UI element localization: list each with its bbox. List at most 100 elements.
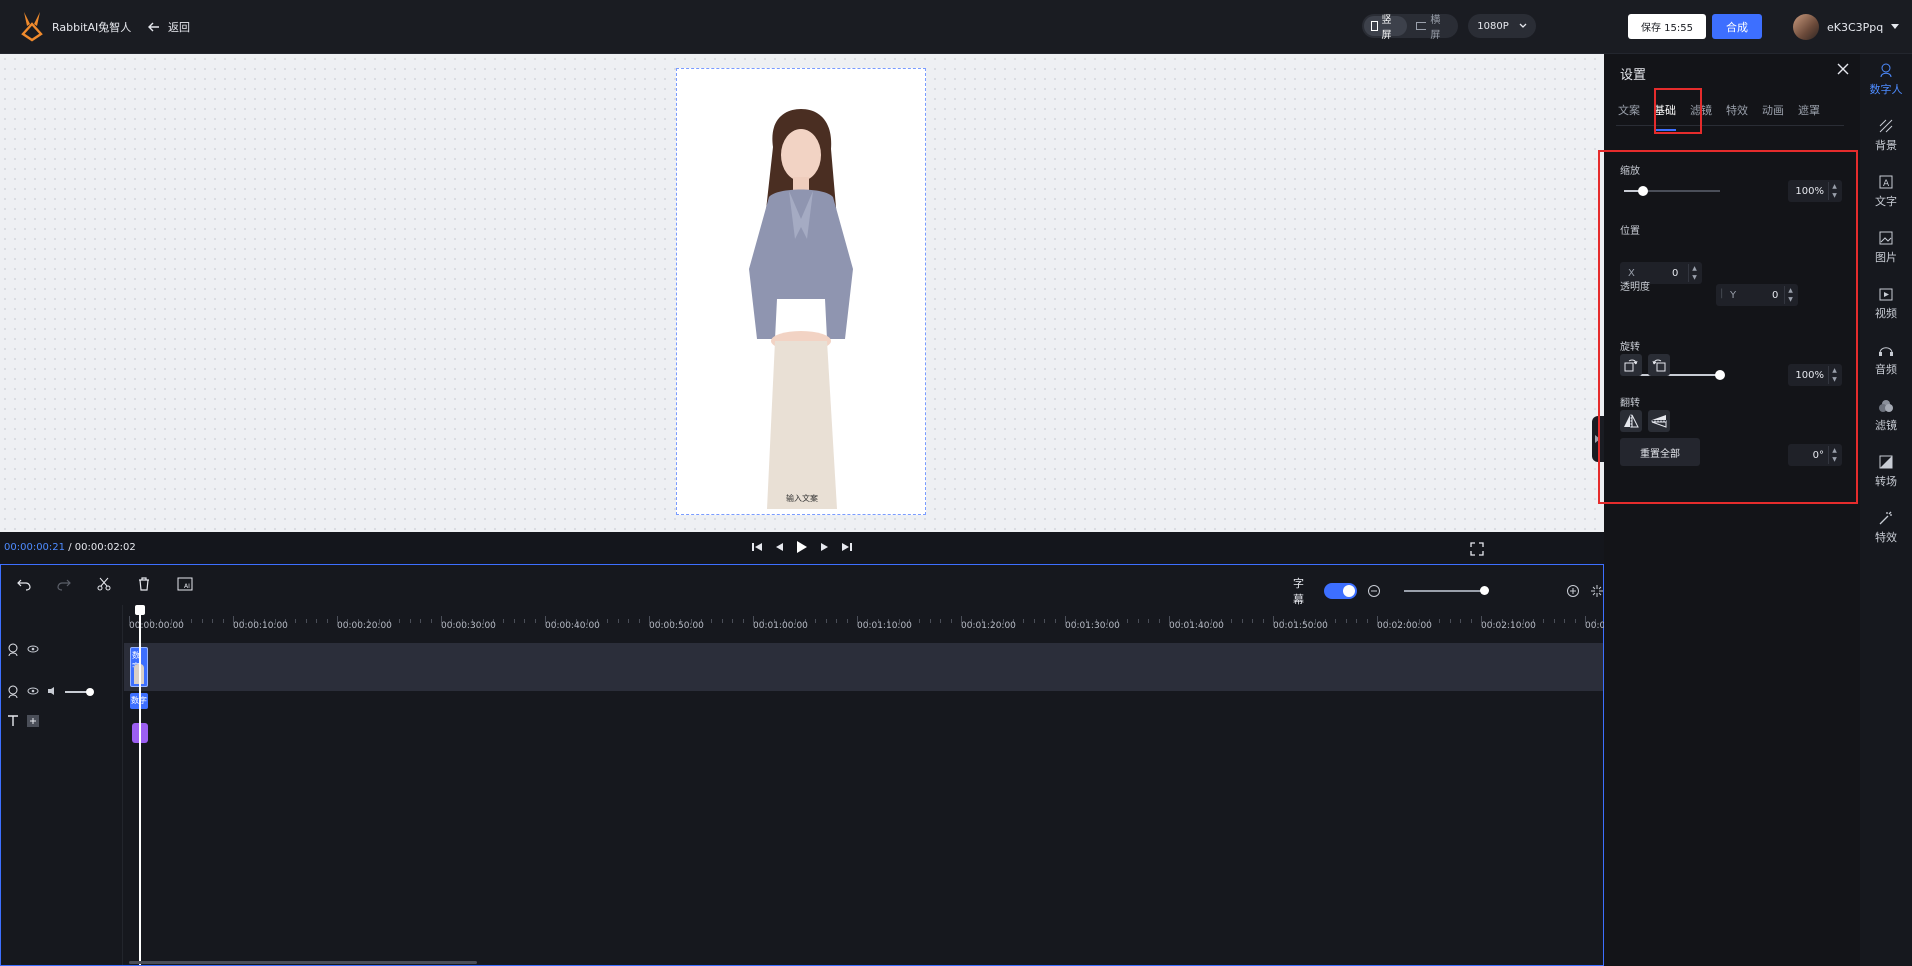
tab-mask[interactable]: 遮罩	[1796, 102, 1822, 125]
volume-slider[interactable]	[65, 688, 94, 696]
tab-copy[interactable]: 文案	[1616, 102, 1642, 125]
nav-digital-human[interactable]: 数字人	[1860, 62, 1912, 97]
ruler-label: 00:00:40:00	[545, 621, 600, 631]
back-button[interactable]: 返回	[148, 19, 190, 35]
time-display: 00:00:00:21 / 00:00:02:02	[4, 542, 136, 553]
ruler-tick	[1543, 619, 1544, 623]
redo-icon[interactable]	[57, 577, 71, 591]
ruler-tick	[847, 619, 848, 623]
ruler-tick	[191, 619, 192, 623]
ruler-tick	[919, 619, 920, 623]
portrait-option[interactable]: 竖屏	[1364, 15, 1408, 41]
skip-end-icon[interactable]	[842, 542, 852, 552]
zoom-out-icon[interactable]	[1367, 584, 1380, 598]
x-stepper[interactable]: ▲ ▼	[1688, 264, 1700, 282]
nav-label: 数字人	[1869, 83, 1903, 96]
ruler-label: 00:0	[1585, 621, 1606, 631]
video-frame[interactable]	[676, 68, 926, 515]
timeline-zoom-slider[interactable]	[1404, 586, 1489, 595]
subtitle-caption[interactable]: 输入文案	[786, 493, 818, 504]
nav-image[interactable]: 图片	[1860, 230, 1912, 265]
close-icon[interactable]	[1836, 62, 1850, 76]
resolution-value: 1080P	[1477, 20, 1509, 32]
flip-horizontal-icon	[1624, 414, 1639, 428]
opacity-value: 100%	[1795, 369, 1824, 381]
eye-icon[interactable]	[27, 687, 39, 695]
nav-video[interactable]: 视频	[1860, 286, 1912, 321]
ruler-label: 00:02:10:00	[1481, 621, 1536, 631]
time-ruler[interactable]: 00:00:00:00 00:00:10:00 00:00:20:00 00:00:3…	[129, 609, 1606, 633]
svg-text:AI: AI	[184, 583, 190, 590]
snap-icon[interactable]	[1590, 584, 1603, 598]
digital-human-track-icon	[8, 643, 18, 657]
step-forward-icon[interactable]	[820, 542, 830, 552]
settings-title: 设置	[1620, 68, 1647, 83]
play-icon[interactable]	[796, 540, 808, 554]
rotate-stepper[interactable]: ▲ ▼	[1828, 446, 1840, 464]
tab-effects[interactable]: 特效	[1724, 102, 1750, 125]
playhead[interactable]	[135, 605, 145, 965]
tab-animation[interactable]: 动画	[1760, 102, 1786, 125]
volume-icon[interactable]	[47, 686, 59, 696]
flip-horizontal-button[interactable]	[1620, 410, 1642, 432]
nav-filter[interactable]: 滤镜	[1860, 398, 1912, 433]
flip-vertical-button[interactable]	[1648, 410, 1670, 432]
eye-icon[interactable]	[27, 645, 39, 653]
y-stepper[interactable]: ▲ ▼	[1784, 286, 1796, 304]
portrait-label: 竖屏	[1381, 15, 1392, 41]
avatar	[1793, 14, 1819, 40]
scale-stepper[interactable]: ▲ ▼	[1828, 182, 1840, 200]
ruler-tick	[930, 619, 931, 623]
rotate-input[interactable]: 0° ▲ ▼	[1788, 444, 1842, 466]
rotate-right-button[interactable]	[1620, 354, 1642, 376]
fullscreen-icon[interactable]	[1470, 542, 1484, 556]
save-button[interactable]: 保存 15:55	[1628, 14, 1706, 39]
landscape-option[interactable]: 横屏	[1409, 15, 1456, 41]
ruler-tick	[1055, 619, 1056, 623]
add-text-icon[interactable]	[27, 715, 39, 727]
skip-start-icon[interactable]	[752, 542, 762, 552]
caret-down-icon	[1891, 24, 1900, 29]
nav-transition[interactable]: 转场	[1860, 454, 1912, 489]
nav-background[interactable]: 背景	[1860, 118, 1912, 153]
nav-effects[interactable]: 特效	[1860, 510, 1912, 545]
undo-icon[interactable]	[17, 577, 31, 591]
ruler-tick	[618, 619, 619, 623]
opacity-input[interactable]: 100% ▲ ▼	[1788, 364, 1842, 386]
scissors-icon[interactable]	[97, 577, 111, 591]
rotate-right-icon	[1624, 359, 1638, 372]
nav-label: 滤镜	[1875, 419, 1897, 432]
scale-slider[interactable]	[1624, 186, 1720, 196]
nav-text[interactable]: A 文字	[1860, 174, 1912, 209]
time-separator: /	[68, 542, 72, 553]
ai-image-icon[interactable]: AI	[177, 577, 193, 591]
nav-audio[interactable]: 音频	[1860, 342, 1912, 377]
step-back-icon[interactable]	[774, 542, 784, 552]
username: eK3C3Ppq	[1827, 20, 1884, 34]
scale-input[interactable]: 100% ▲ ▼	[1788, 180, 1842, 202]
opacity-stepper[interactable]: ▲ ▼	[1828, 366, 1840, 384]
landscape-label: 横屏	[1430, 15, 1441, 41]
nav-label: 文字	[1875, 195, 1897, 208]
scale-value: 100%	[1795, 185, 1824, 197]
flip-label: 翻转	[1620, 398, 1640, 409]
reset-all-button[interactable]: 重置全部	[1620, 438, 1700, 466]
user-menu[interactable]: eK3C3Ppq	[1793, 14, 1900, 40]
position-y-input[interactable]: | Y 0 ▲ ▼	[1716, 284, 1798, 306]
ruler-tick	[711, 619, 712, 623]
ruler-tick	[1034, 619, 1035, 623]
ruler-tick	[1231, 619, 1232, 623]
zoom-in-icon[interactable]	[1566, 584, 1580, 598]
rotate-left-button[interactable]	[1648, 354, 1670, 376]
ruler-tick	[327, 619, 328, 623]
timeline-scrollbar[interactable]	[129, 961, 477, 964]
subtitle-toggle[interactable]	[1324, 583, 1357, 599]
preview-canvas: 输入文案	[0, 54, 1604, 532]
delete-icon[interactable]	[137, 577, 151, 591]
ruler-tick	[316, 619, 317, 623]
ruler-tick	[1346, 619, 1347, 623]
ruler-tick	[524, 619, 525, 623]
rotate-value: 0°	[1812, 449, 1824, 461]
compose-button[interactable]: 合成	[1712, 14, 1762, 39]
resolution-select[interactable]: 1080P	[1468, 14, 1536, 38]
